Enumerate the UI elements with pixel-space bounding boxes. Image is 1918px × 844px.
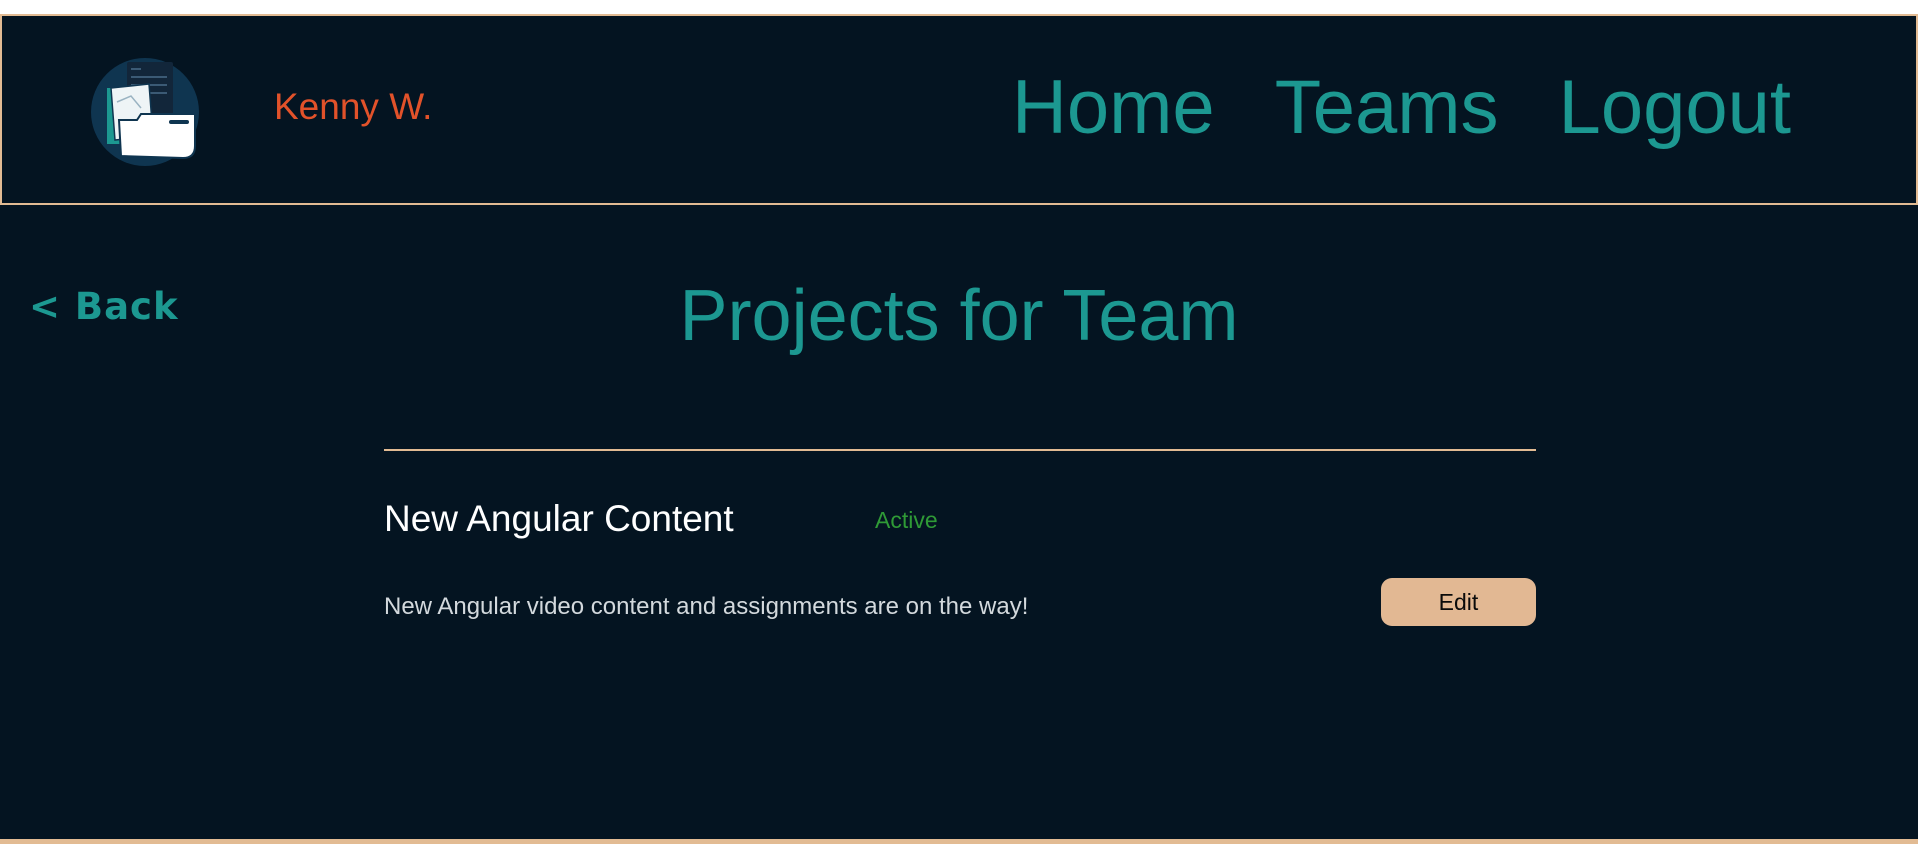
folder-document-icon[interactable] — [91, 58, 199, 166]
username: Kenny W. — [274, 86, 433, 127]
divider — [384, 449, 1536, 451]
page-title: Projects for Team — [679, 276, 1239, 356]
main-nav: Home Teams Logout — [1012, 70, 1791, 146]
edit-button[interactable]: Edit — [1381, 578, 1536, 626]
nav-teams-link[interactable]: Teams — [1275, 70, 1499, 146]
site-header: Kenny W. Home Teams Logout — [0, 14, 1918, 205]
nav-home-link[interactable]: Home — [1012, 70, 1215, 146]
top-strip — [0, 0, 1918, 14]
nav-logout-link[interactable]: Logout — [1559, 70, 1791, 146]
status-badge: Active — [875, 507, 938, 533]
bottom-strip — [0, 839, 1918, 844]
project-name: New Angular Content — [384, 498, 734, 539]
project-description: New Angular video content and assignment… — [384, 593, 1029, 620]
